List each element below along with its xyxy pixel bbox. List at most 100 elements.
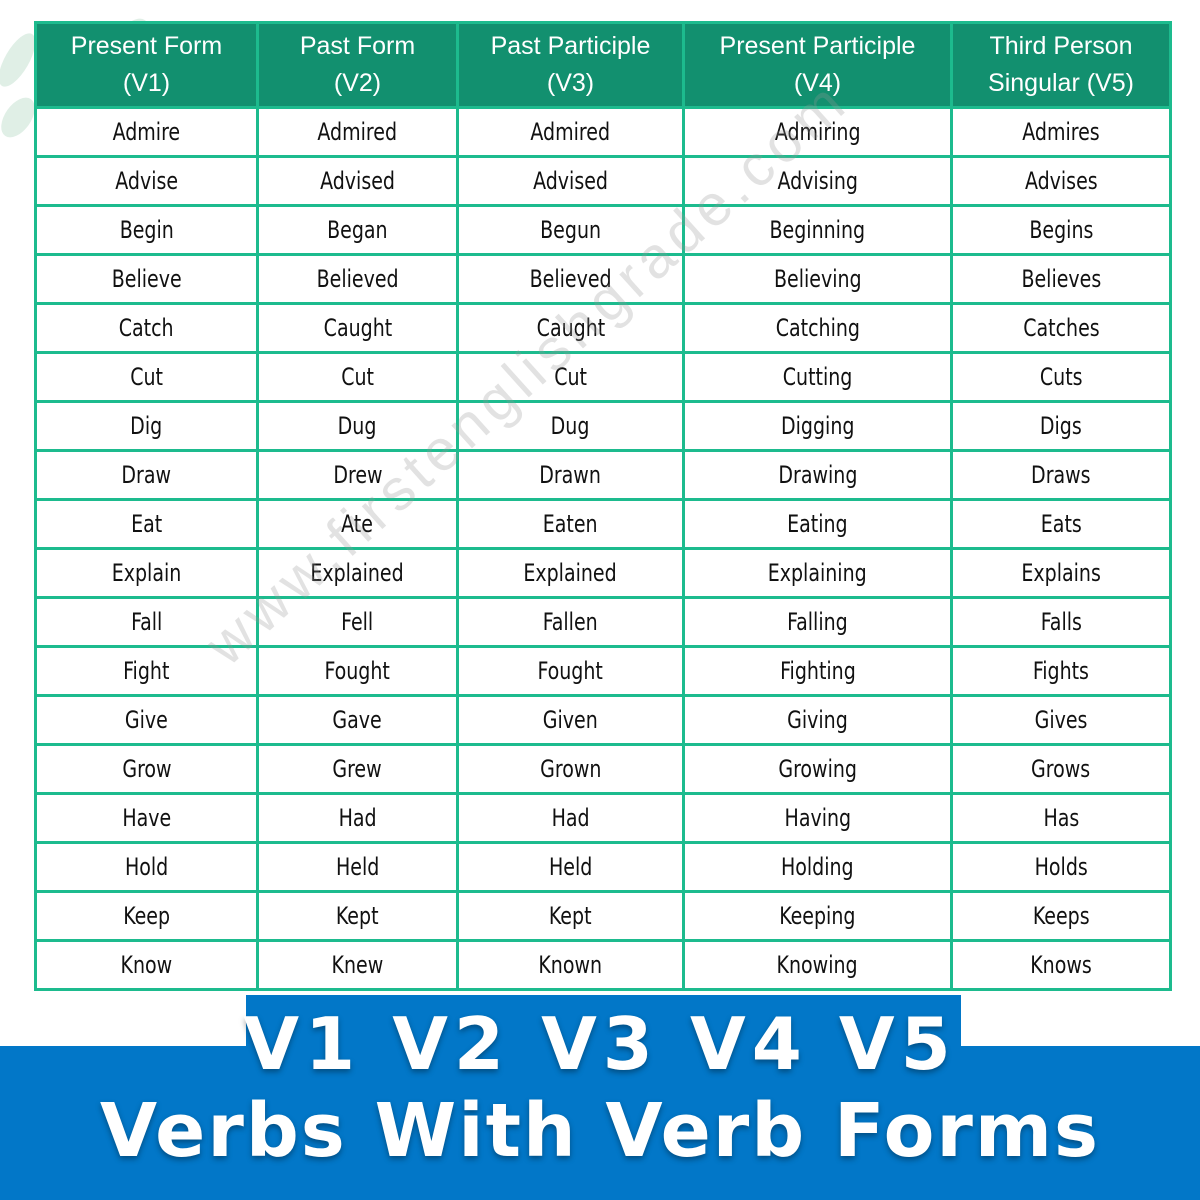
- table-cell: Dug: [456, 400, 685, 452]
- table-cell: Believed: [456, 253, 685, 305]
- table-cell: Had: [456, 792, 685, 844]
- cell-text: Held: [548, 853, 593, 881]
- cell-text: Falling: [787, 608, 848, 636]
- table-row: Have Had Had Having Has: [34, 792, 1172, 844]
- cell-text: Kept: [336, 902, 379, 930]
- table-cell: Admires: [950, 106, 1172, 158]
- cell-text: Giving: [787, 706, 848, 734]
- cell-text: Hold: [124, 853, 169, 881]
- cell-text: Give: [125, 706, 168, 734]
- table-cell: Fight: [34, 645, 259, 697]
- cell-text: Begins: [1028, 216, 1094, 244]
- table-cell: Catching: [682, 302, 953, 354]
- table-cell: Believing: [682, 253, 953, 305]
- cell-text: Grown: [539, 755, 602, 783]
- cell-text: Fought: [537, 657, 604, 685]
- cell-text: Advised: [533, 167, 608, 195]
- table-cell: Know: [34, 939, 259, 991]
- table-cell: Dug: [256, 400, 459, 452]
- table-cell: Begin: [34, 204, 259, 256]
- cell-text: Knows: [1030, 951, 1092, 979]
- cell-text: Dug: [338, 412, 377, 440]
- table-cell: Explained: [256, 547, 459, 599]
- table-cell: Holding: [682, 841, 953, 893]
- cell-text: Eaten: [543, 510, 598, 538]
- verb-forms-table: Present Form (V1) Past Form (V2) Past Part…: [34, 21, 1172, 991]
- table-cell: Had: [256, 792, 459, 844]
- cell-text: Advised: [320, 167, 395, 195]
- cell-text: Grow: [121, 755, 172, 783]
- cell-text: Believed: [316, 265, 399, 293]
- table-cell: Fall: [34, 596, 259, 648]
- cell-text: Growing: [778, 755, 857, 783]
- table-cell: Falls: [950, 596, 1172, 648]
- cell-text: Cut: [130, 363, 163, 391]
- table-cell: Explain: [34, 547, 259, 599]
- cell-text: Beginning: [769, 216, 866, 244]
- cell-text: Falls: [1040, 608, 1082, 636]
- table-cell: Eating: [682, 498, 953, 550]
- table-cell: Grows: [950, 743, 1172, 795]
- table-cell: Admire: [34, 106, 259, 158]
- cell-text: Fell: [341, 608, 374, 636]
- title-line-2: Verbs With Verb Forms: [99, 1088, 1101, 1174]
- cell-text: Eats: [1040, 510, 1082, 538]
- cell-text: Explaining: [768, 559, 867, 587]
- table-row: Keep Kept Kept Keeping Keeps: [34, 890, 1172, 942]
- cell-text: Explain: [111, 559, 182, 587]
- table-cell: Admiring: [682, 106, 953, 158]
- cell-text: Explains: [1021, 559, 1101, 587]
- cell-text: Digs: [1040, 412, 1082, 440]
- table-cell: Kept: [256, 890, 459, 942]
- table-cell: Advising: [682, 155, 953, 207]
- cell-text: Explained: [523, 559, 618, 587]
- cell-text: Ate: [341, 510, 374, 538]
- cell-text: Having: [784, 804, 851, 832]
- table-cell: Begun: [456, 204, 685, 256]
- cell-text: Holding: [781, 853, 854, 881]
- table-cell: Cut: [256, 351, 459, 403]
- cell-text: Knowing: [776, 951, 859, 979]
- column-header: Present Form (V1): [34, 21, 259, 109]
- table-cell: Dig: [34, 400, 259, 452]
- table-cell: Keeping: [682, 890, 953, 942]
- table-row: Believe Believed Believed Believing Believes: [34, 253, 1172, 305]
- cell-text: Digging: [780, 412, 855, 440]
- table-cell: Keep: [34, 890, 259, 942]
- cell-text: Draws: [1031, 461, 1091, 489]
- cell-text: Holds: [1034, 853, 1088, 881]
- table-row: Fight Fought Fought Fighting Fights: [34, 645, 1172, 697]
- table-cell: Hold: [34, 841, 259, 893]
- table-cell: Drawing: [682, 449, 953, 501]
- table-cell: Fallen: [456, 596, 685, 648]
- column-header: Present Participle (V4): [682, 21, 953, 109]
- table-cell: Eat: [34, 498, 259, 550]
- cell-text: Eat: [130, 510, 163, 538]
- table-cell: Caught: [456, 302, 685, 354]
- table-cell: Drawn: [456, 449, 685, 501]
- cell-text: Began: [327, 216, 388, 244]
- table-row: Cut Cut Cut Cutting Cuts: [34, 351, 1172, 403]
- cell-text: Admire: [112, 118, 181, 146]
- table-cell: Eats: [950, 498, 1172, 550]
- table-cell: Keeps: [950, 890, 1172, 942]
- cell-text: Begin: [119, 216, 174, 244]
- table-cell: Fighting: [682, 645, 953, 697]
- table-row: Grow Grew Grown Growing Grows: [34, 743, 1172, 795]
- table-cell: Ate: [256, 498, 459, 550]
- cell-text: Drew: [332, 461, 383, 489]
- cell-text: Believes: [1021, 265, 1101, 293]
- table-cell: Has: [950, 792, 1172, 844]
- table-row: Dig Dug Dug Digging Digs: [34, 400, 1172, 452]
- table-cell: Kept: [456, 890, 685, 942]
- cell-text: Kept: [549, 902, 592, 930]
- table-cell: Draws: [950, 449, 1172, 501]
- table-cell: Admired: [256, 106, 459, 158]
- cell-text: Given: [542, 706, 598, 734]
- table-row: Know Knew Known Knowing Knows: [34, 939, 1172, 991]
- table-cell: Began: [256, 204, 459, 256]
- cell-text: Advises: [1024, 167, 1098, 195]
- cell-text: Grows: [1031, 755, 1091, 783]
- table-cell: Cutting: [682, 351, 953, 403]
- table-cell: Begins: [950, 204, 1172, 256]
